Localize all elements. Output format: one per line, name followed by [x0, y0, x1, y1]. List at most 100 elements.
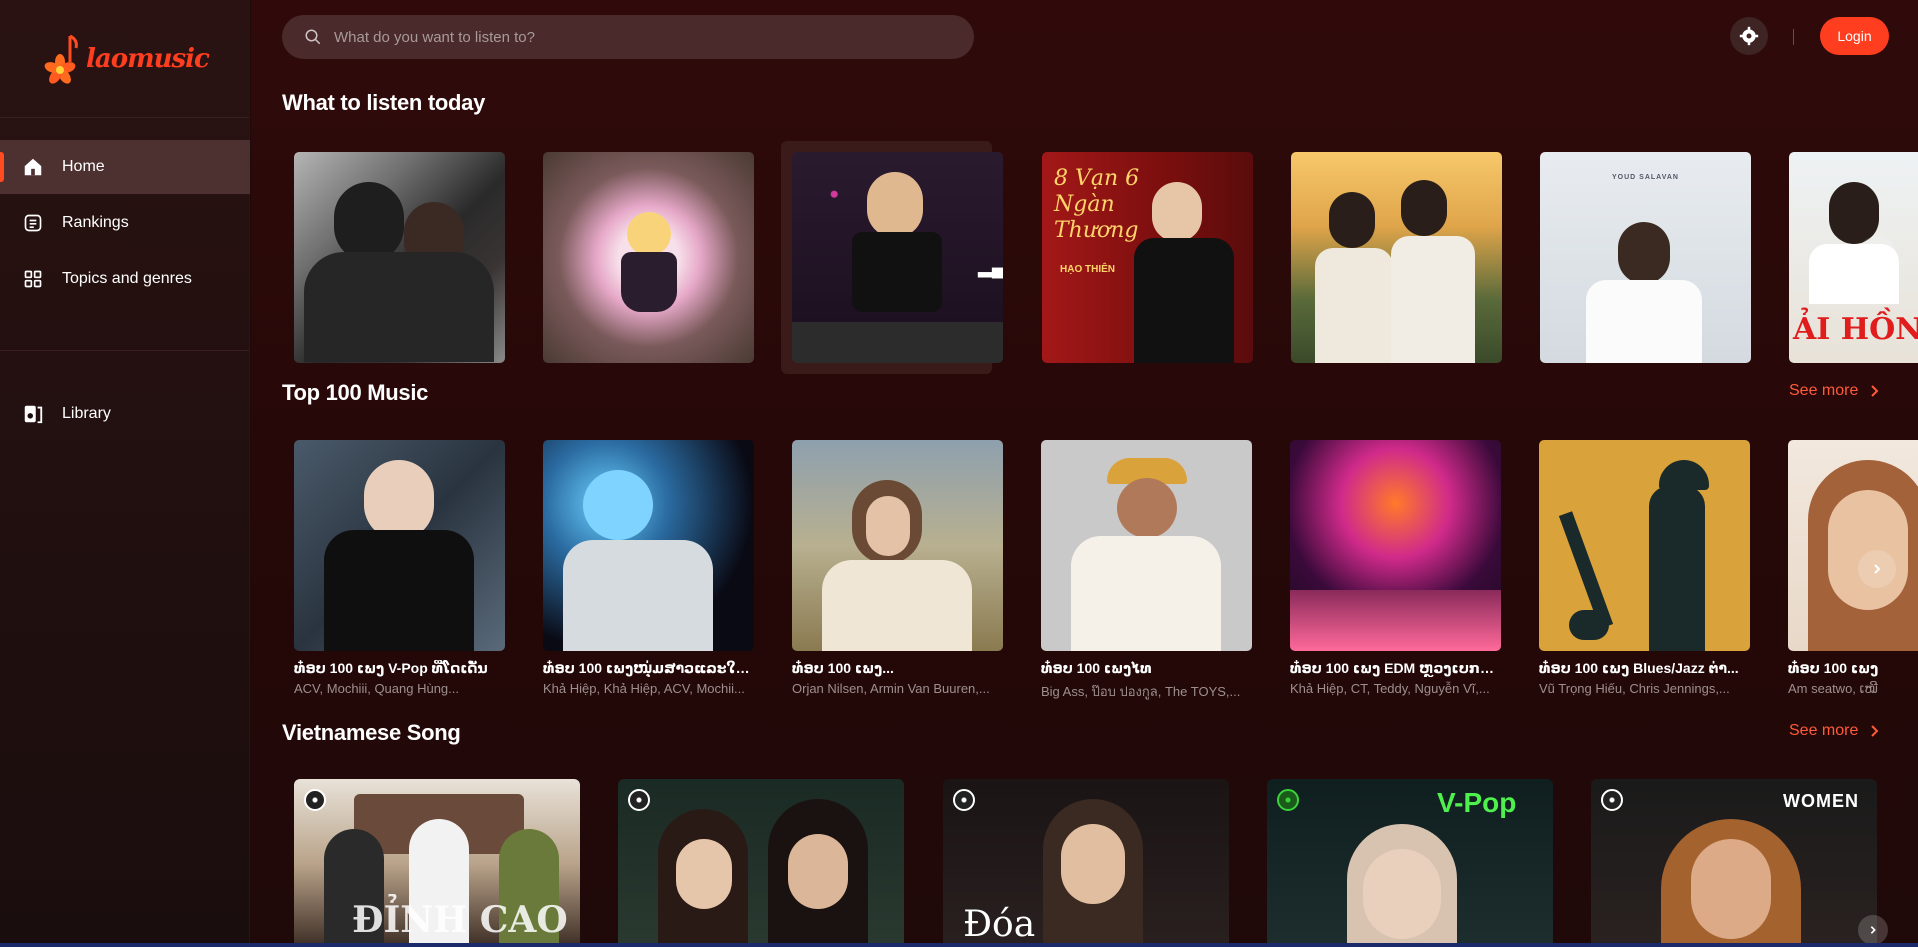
top100-card[interactable]: ທ໋ອບ 100 ເພງໄທ Big Ass, ป๊อบ ปองกูล, The…: [1041, 440, 1252, 702]
disc-icon: [1277, 789, 1299, 811]
card-image: [1291, 152, 1502, 363]
card-image: [1290, 440, 1501, 651]
card-subtitle: ACV, Mochiii, Quang Hùng...: [294, 681, 459, 696]
see-more-label: See more: [1789, 382, 1859, 399]
disc-icon: [628, 789, 650, 811]
section-title-top100: Top 100 Music: [282, 380, 429, 405]
card-image: [792, 440, 1003, 651]
carousel-next-button[interactable]: [1858, 550, 1896, 588]
card-image: [1539, 440, 1750, 651]
card-overlay-text: 8 Vạn 6 Ngàn Thương: [1054, 166, 1140, 243]
today-card[interactable]: ▂▄▆: [781, 141, 1003, 374]
top100-card[interactable]: ທ໋ອບ 100 ເພງ... Orjan Nilsen, Armin Van …: [792, 440, 1003, 696]
nav-divider: [0, 350, 249, 351]
today-row: ▂▄▆ 8 Vạn 6 Ngàn Thương HẠO THIÊN YOUD S…: [251, 141, 1918, 374]
section-title-vietnamese: Vietnamese Song: [282, 720, 461, 745]
card-image: ẢI HỒN: [1789, 152, 1918, 363]
card-title: ທ໋ອບ 100 ເພງ...: [792, 660, 894, 676]
logo-text: laomusic: [86, 43, 210, 74]
card-overlay-text: YOUD SALAVAN: [1612, 174, 1679, 181]
card-subtitle: Am seatwo, ເໝີ: [1788, 681, 1878, 696]
logo[interactable]: laomusic: [0, 0, 249, 118]
sidebar-item-label: Rankings: [62, 214, 129, 231]
card-title: ທ໋ອບ 100 ເພງໄທ: [1041, 660, 1152, 676]
card-subtitle: Big Ass, ป๊อบ ปองกูล, The TOYS,...: [1041, 684, 1241, 699]
chevron-right-icon: [1871, 725, 1879, 737]
vietnamese-card[interactable]: [618, 779, 904, 947]
carousel-next-button[interactable]: [1858, 236, 1896, 274]
card-overlay-text: ĐỈNH CAO: [352, 899, 568, 941]
top100-card[interactable]: ທ໋ອບ 100 ເພງໜຸ່ມສາວແລະໃຈ... Khả Hiệp, Kh…: [543, 440, 754, 696]
top100-card[interactable]: ທ໋ອບ 100 ເພງ Blues/Jazz ຕ່າ... Vũ Trọng …: [1539, 440, 1750, 696]
top100-card[interactable]: ທ໋ອບ 100 ເພງ Am seatwo, ເໝີ: [1788, 440, 1918, 697]
see-more-label: See more: [1789, 722, 1859, 739]
today-card[interactable]: [543, 152, 754, 363]
card-title: ທ໋ອບ 100 ເພງ V-Pop ທີ່ໂດເດັ່ນ: [294, 660, 488, 676]
see-more-top100[interactable]: See more: [1789, 382, 1880, 400]
chevron-right-icon: [1870, 926, 1876, 934]
header-separator: [1793, 29, 1794, 45]
home-icon: [22, 156, 44, 178]
main-content: Login What to listen today ▂▄▆: [251, 0, 1918, 947]
see-more-vietnamese[interactable]: See more: [1789, 722, 1880, 740]
login-button[interactable]: Login: [1820, 17, 1889, 55]
top100-card[interactable]: ທ໋ອບ 100 ເພງ EDM ຫຼວງເບກສ... Khả Hiệp, C…: [1290, 440, 1501, 696]
vietnamese-row: ĐỈNH CAO Đóa V-Pop WOMEN: [251, 779, 1918, 947]
card-image: 8 Vạn 6 Ngàn Thương HẠO THIÊN: [1042, 152, 1253, 363]
sidebar-item-label: Home: [62, 158, 105, 175]
top100-card[interactable]: ທ໋ອບ 100 ເພງ V-Pop ທີ່ໂດເດັ່ນ ACV, Mochi…: [294, 440, 505, 696]
sidebar-item-label: Library: [62, 405, 111, 422]
top100-row: ທ໋ອບ 100 ເພງ V-Pop ທີ່ໂດເດັ່ນ ACV, Mochi…: [251, 440, 1918, 710]
today-card[interactable]: [1291, 152, 1502, 363]
card-subtitle: Orjan Nilsen, Armin Van Buuren,...: [792, 681, 990, 696]
chevron-right-icon: [1874, 250, 1881, 260]
sidebar-item-home[interactable]: Home: [0, 140, 250, 194]
search-bar[interactable]: [282, 15, 974, 59]
today-card[interactable]: ẢI HỒN: [1789, 152, 1918, 363]
card-overlay-text: WOMEN: [1783, 791, 1859, 811]
topbar: Login: [251, 0, 1918, 72]
disc-icon: [1601, 789, 1623, 811]
card-image: [543, 440, 754, 651]
disc-icon: [304, 789, 326, 811]
today-card[interactable]: [294, 152, 505, 363]
gear-icon: [1739, 26, 1759, 46]
carousel-next-button[interactable]: [1858, 915, 1888, 945]
card-title: ທ໋ອບ 100 ເພງ EDM ຫຼວງເບກສ...: [1290, 660, 1501, 676]
card-subtitle: Vũ Trọng Hiếu, Chris Jennings,...: [1539, 681, 1730, 696]
sidebar-item-topics[interactable]: Topics and genres: [0, 252, 250, 306]
playing-bars-icon: ▂▄▆: [978, 257, 1003, 277]
search-input[interactable]: [334, 28, 934, 46]
card-overlay-text: Đóa: [963, 904, 1036, 945]
card-image: YOUD SALAVAN: [1540, 152, 1751, 363]
card-overlay-text: V-Pop: [1437, 787, 1517, 818]
card-title: ທ໋ອບ 100 ເພງ Blues/Jazz ຕ່າ...: [1539, 660, 1739, 676]
today-card[interactable]: YOUD SALAVAN: [1540, 152, 1751, 363]
vietnamese-card[interactable]: V-Pop: [1267, 779, 1553, 947]
rankings-icon: [22, 212, 44, 234]
card-overlay-subtext: HẠO THIÊN: [1060, 264, 1115, 275]
card-image: [543, 152, 754, 363]
section-title-today: What to listen today: [282, 90, 486, 115]
chevron-right-icon: [1871, 385, 1879, 397]
card-subtitle: Khả Hiệp, Khả Hiệp, ACV, Mochii...: [543, 681, 745, 696]
chevron-right-icon: [1874, 564, 1881, 574]
horizontal-scrollbar[interactable]: [0, 943, 1918, 947]
vietnamese-card[interactable]: ĐỈNH CAO: [294, 779, 580, 947]
sidebar-item-library[interactable]: Library: [0, 387, 250, 441]
today-card[interactable]: 8 Vạn 6 Ngàn Thương HẠO THIÊN: [1042, 152, 1253, 363]
card-image: [1041, 440, 1252, 651]
vietnamese-card[interactable]: Đóa: [943, 779, 1229, 947]
library-icon: [22, 403, 44, 425]
settings-button[interactable]: [1730, 17, 1768, 55]
card-image: [1788, 440, 1918, 651]
flower-note-icon: [44, 34, 78, 84]
card-image: ▂▄▆: [792, 152, 1003, 363]
card-image: [294, 152, 505, 363]
vietnamese-card[interactable]: WOMEN: [1591, 779, 1877, 947]
card-subtitle: Khả Hiệp, CT, Teddy, Nguyễn Vĩ,...: [1290, 681, 1490, 696]
card-overlay-text: ẢI HỒN: [1793, 312, 1918, 347]
card-title: ທ໋ອບ 100 ເພງ: [1788, 660, 1879, 676]
sidebar-item-label: Topics and genres: [62, 270, 192, 287]
sidebar-item-rankings[interactable]: Rankings: [0, 196, 250, 250]
